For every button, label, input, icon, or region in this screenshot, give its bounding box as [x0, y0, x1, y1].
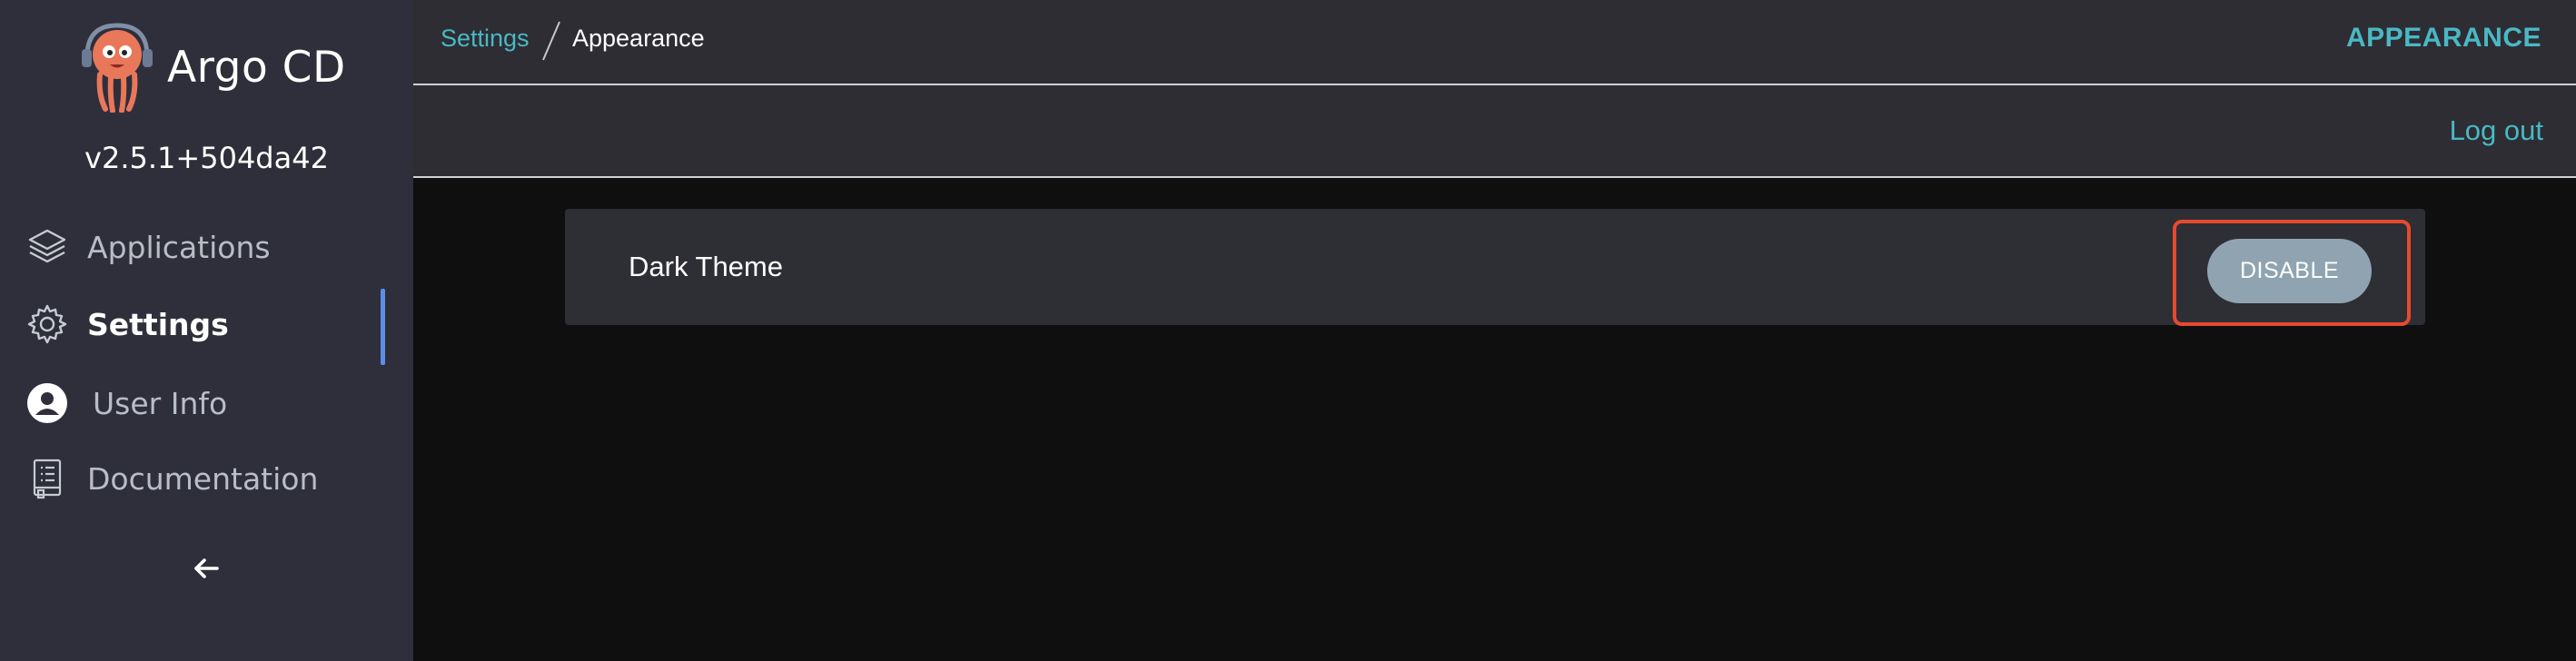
argo-logo-icon — [82, 23, 153, 113]
gear-icon — [25, 302, 69, 346]
brand[interactable]: Argo CD — [80, 22, 346, 113]
sidebar-item-label: Applications — [87, 229, 271, 265]
toolbar: Log out — [413, 85, 2576, 178]
disable-dark-theme-button[interactable]: DISABLE — [2207, 239, 2372, 303]
breadcrumb-current: Appearance — [572, 25, 705, 52]
sidebar-item-label: Documentation — [87, 460, 319, 497]
sidebar: Argo CD v2.5.1+504da42 Applications Sett… — [0, 0, 413, 661]
layers-icon — [25, 225, 69, 269]
sidebar-item-label: User Info — [93, 385, 228, 421]
sidebar-item-label: Settings — [87, 306, 229, 342]
page-title: APPEARANCE — [2345, 23, 2541, 53]
dark-theme-label: Dark Theme — [629, 251, 783, 282]
sidebar-item-settings[interactable]: Settings — [25, 302, 229, 346]
brand-name: Argo CD — [167, 42, 346, 93]
version-label: v2.5.1+504da42 — [84, 141, 329, 175]
book-icon — [25, 457, 69, 500]
user-circle-icon — [25, 381, 69, 425]
arrow-left-icon[interactable] — [188, 550, 224, 587]
sidebar-item-applications[interactable]: Applications — [25, 225, 271, 269]
breadcrumb-separator-icon — [542, 21, 560, 61]
sidebar-item-user-info[interactable]: User Info — [25, 381, 227, 425]
dark-theme-setting-card: Dark Theme — [565, 209, 2425, 325]
sidebar-item-documentation[interactable]: Documentation — [25, 457, 318, 500]
logout-link[interactable]: Log out — [2450, 114, 2543, 147]
active-indicator — [381, 289, 385, 365]
top-bar: Settings Appearance APPEARANCE — [413, 0, 2576, 85]
breadcrumb-settings-link[interactable]: Settings — [441, 25, 530, 53]
